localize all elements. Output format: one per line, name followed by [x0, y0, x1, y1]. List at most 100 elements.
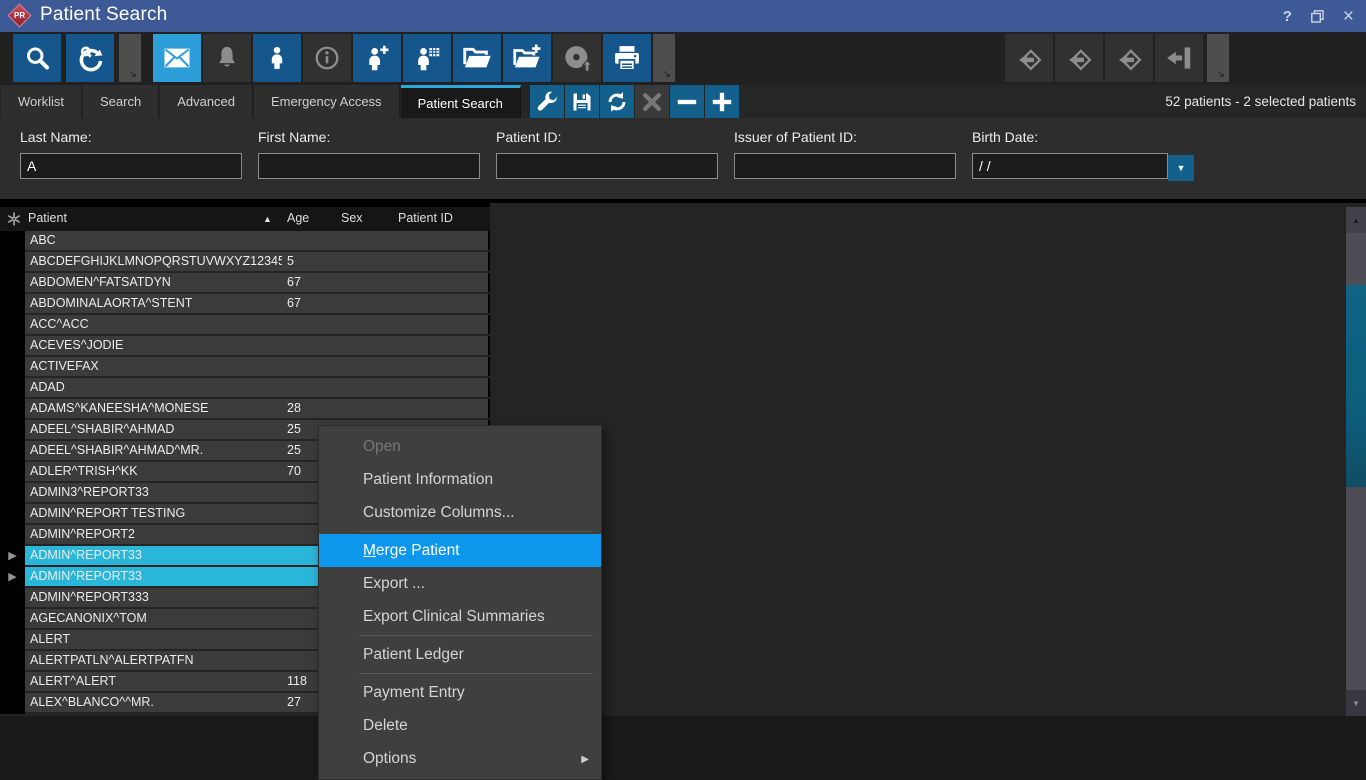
folder-add-icon: [512, 43, 542, 73]
last-name-input[interactable]: [20, 153, 242, 179]
patient-worklist-button[interactable]: [403, 34, 451, 82]
reset-search-button[interactable]: [66, 34, 114, 82]
row-gutter: [0, 378, 25, 399]
table-row[interactable]: ABDOMEN^FATSATDYN67: [0, 273, 490, 294]
row-gutter: ▶: [0, 546, 25, 567]
cell-patient: ADMIN^REPORT33: [30, 567, 142, 586]
new-folder-button[interactable]: [503, 34, 551, 82]
refresh-button[interactable]: [600, 85, 634, 118]
restore-icon: [1311, 10, 1324, 23]
scroll-up-button[interactable]: ▲: [1346, 207, 1366, 233]
menu-separator: [359, 635, 593, 636]
menu-item-patient-information[interactable]: Patient Information: [319, 463, 601, 496]
cell-patient: ADEEL^SHABIR^AHMAD^MR.: [30, 441, 203, 460]
window-title: Patient Search: [40, 4, 167, 26]
table-row[interactable]: ABC: [0, 231, 490, 252]
row-body[interactable]: ADAMS^KANEESHA^MONESE28: [25, 399, 490, 418]
issuer-of-patient-id-input[interactable]: [734, 153, 956, 179]
plus-icon: [709, 89, 735, 115]
cell-patient: ABDOMINALAORTA^STENT: [30, 294, 192, 313]
cell-patient: ADEEL^SHABIR^AHMAD: [30, 420, 174, 439]
last-name-label: Last Name:: [20, 129, 242, 145]
cell-patient: ADMIN^REPORT333: [30, 588, 149, 607]
tab-search[interactable]: Search: [83, 85, 159, 118]
table-row[interactable]: ACTIVEFAX: [0, 357, 490, 378]
birth-date-label: Birth Date:: [972, 129, 1168, 145]
help-button[interactable]: ?: [1283, 9, 1292, 24]
row-gutter: [0, 630, 25, 651]
add-patient-button[interactable]: [353, 34, 401, 82]
column-header-patient[interactable]: Patient: [28, 211, 67, 225]
birth-date-input[interactable]: [972, 153, 1168, 179]
patient-id-input[interactable]: [496, 153, 718, 179]
scroll-down-button[interactable]: ▼: [1346, 690, 1366, 716]
row-body[interactable]: ADAD: [25, 378, 490, 397]
row-body[interactable]: ACC^ACC: [25, 315, 490, 334]
overflow-3-button[interactable]: ↘: [1207, 34, 1229, 82]
cell-patient: ADMIN^REPORT2: [30, 525, 135, 544]
menu-item-merge-patient[interactable]: Merge Patient: [319, 534, 601, 567]
menu-item-export-clinical-summaries[interactable]: Export Clinical Summaries: [319, 600, 601, 633]
row-body[interactable]: ABDOMINALAORTA^STENT 67: [25, 294, 490, 313]
print-button[interactable]: [603, 34, 651, 82]
search-panel: Last Name:First Name:Patient ID:Issuer o…: [0, 118, 1366, 203]
cell-patient: ADAMS^KANEESHA^MONESE: [30, 399, 208, 418]
toolbar-right: ↘: [1003, 34, 1229, 82]
patient-id-label: Patient ID:: [496, 129, 718, 145]
overflow-2-button[interactable]: ↘: [653, 34, 675, 82]
row-body[interactable]: ACEVES^JODIE: [25, 336, 490, 355]
menu-item-export[interactable]: Export ...: [319, 567, 601, 600]
row-gutter: [0, 609, 25, 630]
row-body[interactable]: ACTIVEFAX: [25, 357, 490, 376]
birth-date-dropdown-button[interactable]: ▼: [1168, 155, 1194, 181]
tab-worklist[interactable]: Worklist: [1, 85, 82, 118]
overflow-1-button[interactable]: ↘: [119, 34, 141, 82]
table-row[interactable]: ACC^ACC: [0, 315, 490, 336]
remove-button[interactable]: [670, 85, 704, 118]
save-button[interactable]: [565, 85, 599, 118]
patient-button[interactable]: [253, 34, 301, 82]
table-row[interactable]: ADAD: [0, 378, 490, 399]
add-button[interactable]: [705, 85, 739, 118]
column-header-age[interactable]: Age: [287, 211, 309, 225]
row-body[interactable]: ABDOMEN^FATSATDYN67: [25, 273, 490, 292]
first-name-input[interactable]: [258, 153, 480, 179]
scrollbar-thumb[interactable]: [1346, 285, 1366, 487]
table-row[interactable]: ABCDEFGHIJKLMNOPQRSTUVWXYZ12345...5: [0, 252, 490, 273]
row-gutter: [0, 336, 25, 357]
disc-icon: [562, 43, 592, 73]
search-button[interactable]: [13, 34, 61, 82]
menu-item-delete[interactable]: Delete: [319, 709, 601, 742]
selected-row-marker-icon: ▶: [8, 551, 16, 562]
menu-item-payment-entry[interactable]: Payment Entry: [319, 676, 601, 709]
app-logo-icon: PR: [7, 3, 31, 27]
restore-button[interactable]: [1311, 10, 1324, 23]
row-body[interactable]: ABC: [25, 231, 490, 250]
patient-search-window: PR Patient Search ? × ↘ ↘ ↘ WorklistSearc…: [0, 0, 1366, 716]
mail-button[interactable]: [153, 34, 201, 82]
open-folder-button[interactable]: [453, 34, 501, 82]
row-gutter: [0, 252, 25, 273]
table-row[interactable]: ADAMS^KANEESHA^MONESE28: [0, 399, 490, 420]
column-settings-icon[interactable]: [7, 212, 21, 231]
vertical-scrollbar[interactable]: ▲ ▼: [1346, 207, 1366, 716]
table-row[interactable]: ACEVES^JODIE: [0, 336, 490, 357]
row-body[interactable]: ABCDEFGHIJKLMNOPQRSTUVWXYZ12345...5: [25, 252, 490, 271]
cell-patient: ALERT^ALERT: [30, 672, 116, 691]
tab-advanced[interactable]: Advanced: [160, 85, 253, 118]
column-header-patient-id[interactable]: Patient ID: [398, 211, 453, 225]
column-header-sex[interactable]: Sex: [341, 211, 363, 225]
cell-patient: ACEVES^JODIE: [30, 336, 123, 355]
menu-item-options[interactable]: Options▶: [319, 742, 601, 775]
settings-button[interactable]: [530, 85, 564, 118]
bell-icon: [213, 44, 241, 72]
submenu-arrow-icon: ▶: [581, 743, 589, 776]
tab-emergency-access[interactable]: Emergency Access: [254, 85, 400, 118]
menu-item-patient-ledger[interactable]: Patient Ledger: [319, 638, 601, 671]
tab-patient-search[interactable]: Patient Search: [401, 85, 521, 118]
cell-age: 67: [287, 294, 301, 313]
title-bar: PR Patient Search ? ×: [0, 0, 1366, 32]
menu-item-customize-columns[interactable]: Customize Columns...: [319, 496, 601, 529]
table-row[interactable]: ABDOMINALAORTA^STENT 67: [0, 294, 490, 315]
close-button[interactable]: ×: [1343, 7, 1354, 26]
